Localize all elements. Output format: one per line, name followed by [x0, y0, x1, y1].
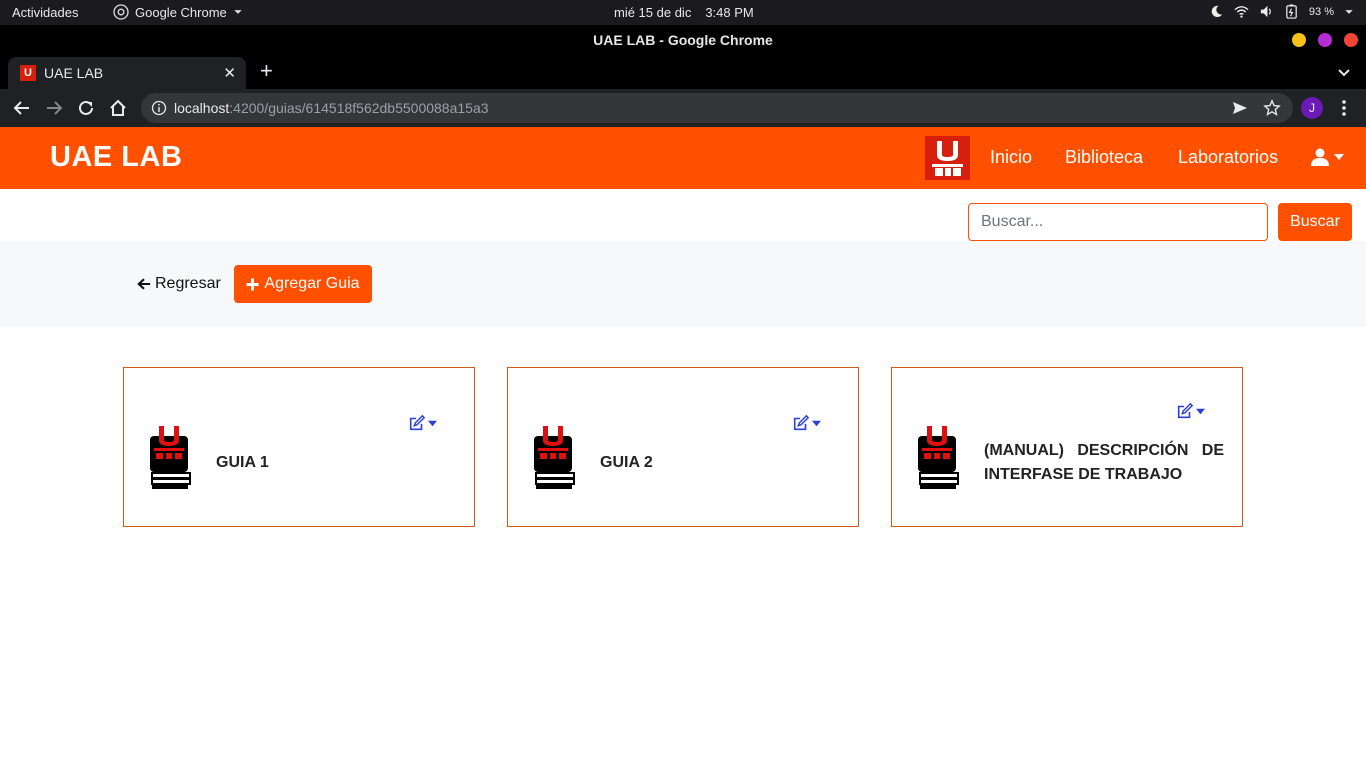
chevron-down-icon [1345, 9, 1353, 14]
system-tray[interactable]: 93 % [1209, 4, 1354, 19]
edit-icon [409, 414, 426, 431]
maximize-button[interactable] [1318, 33, 1332, 47]
guide-card[interactable]: (MANUAL) DESCRIPCIÓN DE INTERFASE DE TRA… [891, 367, 1243, 527]
battery-level: 93 % [1308, 5, 1334, 18]
os-top-bar: Actividades Google Chrome mié 15 de dic 3… [0, 0, 1366, 25]
app-menu[interactable]: Google Chrome [113, 4, 243, 20]
search-row: Buscar [0, 189, 1366, 241]
date-label: mié 15 de dic [614, 5, 692, 20]
back-button[interactable]: Regresar [137, 275, 221, 293]
browser-tab[interactable]: U UAE LAB ✕ [8, 57, 246, 89]
app-name: Google Chrome [135, 4, 227, 20]
user-menu[interactable] [1310, 147, 1344, 167]
url-host: localhost [174, 100, 230, 116]
minimize-button[interactable] [1292, 33, 1306, 47]
window-title: UAE LAB - Google Chrome [593, 32, 773, 48]
favicon-icon: U [20, 65, 36, 81]
search-input[interactable] [968, 203, 1268, 241]
bookmark-star-icon[interactable] [1263, 99, 1281, 117]
uae-logo[interactable] [925, 136, 970, 180]
volume-icon [1260, 5, 1271, 18]
chrome-icon [113, 4, 129, 20]
close-window-button[interactable] [1344, 33, 1358, 47]
arrow-left-icon [137, 278, 151, 290]
guide-title[interactable]: (MANUAL) DESCRIPCIÓN DE INTERFASE DE TRA… [984, 439, 1224, 487]
profile-avatar[interactable]: J [1301, 97, 1323, 119]
edit-icon [793, 414, 810, 431]
tab-label: UAE LAB [44, 65, 104, 81]
guide-title[interactable]: GUIA 1 [216, 451, 269, 475]
address-bar[interactable]: localhost:4200/guias/614518f562db5500088… [141, 93, 1293, 123]
guide-book-icon [534, 426, 575, 489]
tab-strip: U UAE LAB ✕ + [0, 55, 1366, 89]
edit-dropdown[interactable] [1176, 402, 1205, 420]
new-tab-button[interactable]: + [260, 60, 273, 82]
actions-bar: Regresar Agregar Guia [0, 241, 1366, 327]
caret-down-icon [1334, 154, 1344, 160]
back-label: Regresar [155, 275, 221, 292]
info-icon[interactable] [151, 100, 167, 116]
battery-icon [1286, 4, 1297, 19]
window-controls [1292, 33, 1358, 47]
search-button[interactable]: Buscar [1278, 203, 1352, 241]
night-light-icon [1211, 5, 1223, 18]
time-label: 3:48 PM [705, 5, 754, 20]
back-arrow-icon[interactable] [12, 98, 32, 118]
reload-icon[interactable] [76, 98, 96, 118]
forward-arrow-icon[interactable] [44, 98, 64, 118]
caret-down-icon [1196, 408, 1205, 414]
add-guide-label: Agregar Guia [264, 275, 360, 292]
tab-search-icon[interactable] [1336, 64, 1352, 80]
edit-dropdown[interactable] [408, 414, 437, 432]
user-icon [1311, 148, 1329, 166]
add-guide-button[interactable]: Agregar Guia [234, 265, 372, 303]
chevron-down-icon [234, 10, 242, 14]
nav-link-biblioteca[interactable]: Biblioteca [1065, 147, 1143, 168]
kebab-menu-icon[interactable] [1336, 99, 1352, 117]
guide-title[interactable]: GUIA 2 [600, 451, 653, 475]
wifi-icon [1234, 6, 1249, 18]
edit-icon [1177, 402, 1194, 419]
plus-icon [246, 277, 259, 291]
send-icon[interactable] [1232, 100, 1248, 116]
nav-link-laboratorios[interactable]: Laboratorios [1178, 147, 1278, 168]
app-navbar: UAE LAB Inicio Biblioteca Laboratorios [0, 127, 1366, 189]
guide-book-icon [150, 426, 191, 489]
nav-link-inicio[interactable]: Inicio [990, 147, 1032, 168]
caret-down-icon [428, 420, 437, 426]
url-path: :4200/guias/614518f562db5500088a15a3 [229, 100, 489, 116]
edit-dropdown[interactable] [792, 414, 821, 432]
window-title-bar: UAE LAB - Google Chrome [0, 25, 1366, 55]
home-icon[interactable] [108, 98, 128, 118]
brand-title[interactable]: UAE LAB [50, 141, 182, 174]
guide-card[interactable]: GUIA 1 [123, 367, 475, 527]
guide-book-icon [918, 426, 959, 489]
browser-toolbar: localhost:4200/guias/614518f562db5500088… [0, 89, 1366, 127]
activities-button[interactable]: Actividades [12, 5, 78, 20]
guide-card[interactable]: GUIA 2 [507, 367, 859, 527]
caret-down-icon [812, 420, 821, 426]
clock[interactable]: mié 15 de dic 3:48 PM [614, 5, 754, 20]
url-text[interactable]: localhost:4200/guias/614518f562db5500088… [174, 100, 489, 116]
close-tab-icon[interactable]: ✕ [223, 64, 236, 82]
